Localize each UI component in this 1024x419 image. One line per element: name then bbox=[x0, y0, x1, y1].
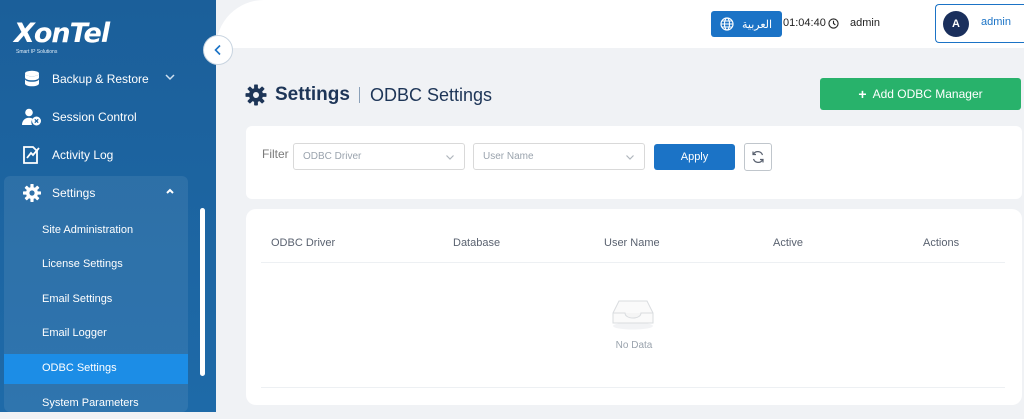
table-footer-divider bbox=[261, 387, 1005, 388]
submenu-item-odbc-settings[interactable]: ODBC Settings bbox=[4, 354, 188, 384]
page-title-text: Settings bbox=[275, 84, 350, 105]
clock-icon bbox=[828, 17, 839, 29]
top-bar bbox=[216, 0, 1024, 48]
refresh-button[interactable] bbox=[744, 143, 772, 171]
chevron-down-icon bbox=[446, 155, 454, 160]
filter-panel: Filter ODBC Driver User Name Apply bbox=[246, 126, 1022, 199]
brand-name: XonTel bbox=[14, 18, 110, 49]
submenu-item-label: Email Logger bbox=[42, 327, 107, 339]
sidebar: XonTel Smart IP Solutions Backup & Resto… bbox=[0, 0, 216, 412]
select-placeholder: ODBC Driver bbox=[303, 151, 362, 162]
user-session-icon bbox=[22, 108, 41, 126]
brand-logo[interactable]: XonTel Smart IP Solutions bbox=[14, 18, 110, 55]
odbc-driver-select[interactable]: ODBC Driver bbox=[293, 143, 465, 170]
sidebar-item-label: Session Control bbox=[52, 110, 137, 124]
sidebar-scrollbar[interactable] bbox=[200, 208, 205, 376]
submenu-item-label: Email Settings bbox=[42, 293, 113, 305]
globe-icon bbox=[720, 17, 734, 31]
submenu-item-label: License Settings bbox=[42, 258, 123, 270]
chevron-down-icon bbox=[626, 155, 634, 160]
apply-button[interactable]: Apply bbox=[654, 144, 735, 170]
submenu-item-label: ODBC Settings bbox=[42, 362, 117, 374]
column-header-actions: Actions bbox=[923, 237, 960, 249]
odbc-table: ODBC Driver Database User Name Active Ac… bbox=[246, 209, 1022, 405]
activity-log-icon bbox=[23, 146, 40, 164]
submenu-item-email-logger[interactable]: Email Logger bbox=[4, 319, 188, 349]
title-separator bbox=[358, 87, 360, 103]
column-header-user-name: User Name bbox=[604, 237, 660, 249]
brand-tagline: Smart IP Solutions bbox=[16, 49, 58, 55]
column-header-active: Active bbox=[773, 237, 803, 249]
clock-time: 01:04:40 bbox=[783, 17, 826, 29]
user-name-select[interactable]: User Name bbox=[473, 143, 645, 170]
user-card-name: admin bbox=[981, 16, 1011, 28]
add-odbc-manager-button[interactable]: + Add ODBC Manager bbox=[820, 78, 1021, 110]
header-username: admin bbox=[850, 17, 880, 29]
language-button[interactable]: العربية bbox=[711, 11, 782, 37]
submenu-item-site-administration[interactable]: Site Administration bbox=[4, 216, 188, 246]
select-placeholder: User Name bbox=[483, 151, 534, 162]
sidebar-item-backup-restore[interactable]: Backup & Restore bbox=[0, 60, 188, 98]
empty-state-text: No Data bbox=[615, 340, 653, 351]
language-label: العربية bbox=[742, 18, 773, 31]
database-icon bbox=[25, 70, 39, 87]
empty-inbox-icon bbox=[612, 300, 654, 330]
user-menu[interactable]: A admin bbox=[935, 4, 1024, 43]
filter-label: Filter bbox=[262, 147, 289, 161]
column-header-odbc-driver: ODBC Driver bbox=[271, 237, 336, 249]
sidebar-item-activity-log[interactable]: Activity Log bbox=[0, 136, 188, 174]
submenu-item-system-parameters[interactable]: System Parameters bbox=[4, 389, 188, 419]
page-subtitle: ODBC Settings bbox=[369, 84, 492, 105]
gear-icon bbox=[245, 84, 267, 106]
clock: 01:04:40 bbox=[783, 17, 839, 29]
add-button-label: Add ODBC Manager bbox=[872, 87, 983, 101]
sidebar-item-label: Activity Log bbox=[52, 148, 114, 162]
column-header-database: Database bbox=[453, 237, 501, 249]
chevron-down-icon bbox=[165, 74, 175, 81]
collapse-sidebar-button[interactable] bbox=[203, 35, 233, 65]
avatar: A bbox=[943, 11, 969, 37]
table-header-divider bbox=[261, 262, 1005, 263]
chevron-left-icon bbox=[214, 44, 221, 56]
submenu-item-label: System Parameters bbox=[42, 397, 139, 409]
submenu-item-label: Site Administration bbox=[42, 224, 134, 236]
submenu-item-license-settings[interactable]: License Settings bbox=[4, 250, 188, 280]
sidebar-item-label: Backup & Restore bbox=[52, 72, 149, 86]
page-title: Settings ODBC Settings bbox=[245, 84, 492, 106]
submenu-item-email-settings[interactable]: Email Settings bbox=[4, 285, 188, 315]
sidebar-item-session-control[interactable]: Session Control bbox=[0, 98, 188, 136]
refresh-icon bbox=[752, 151, 764, 163]
plus-icon: + bbox=[858, 86, 867, 102]
